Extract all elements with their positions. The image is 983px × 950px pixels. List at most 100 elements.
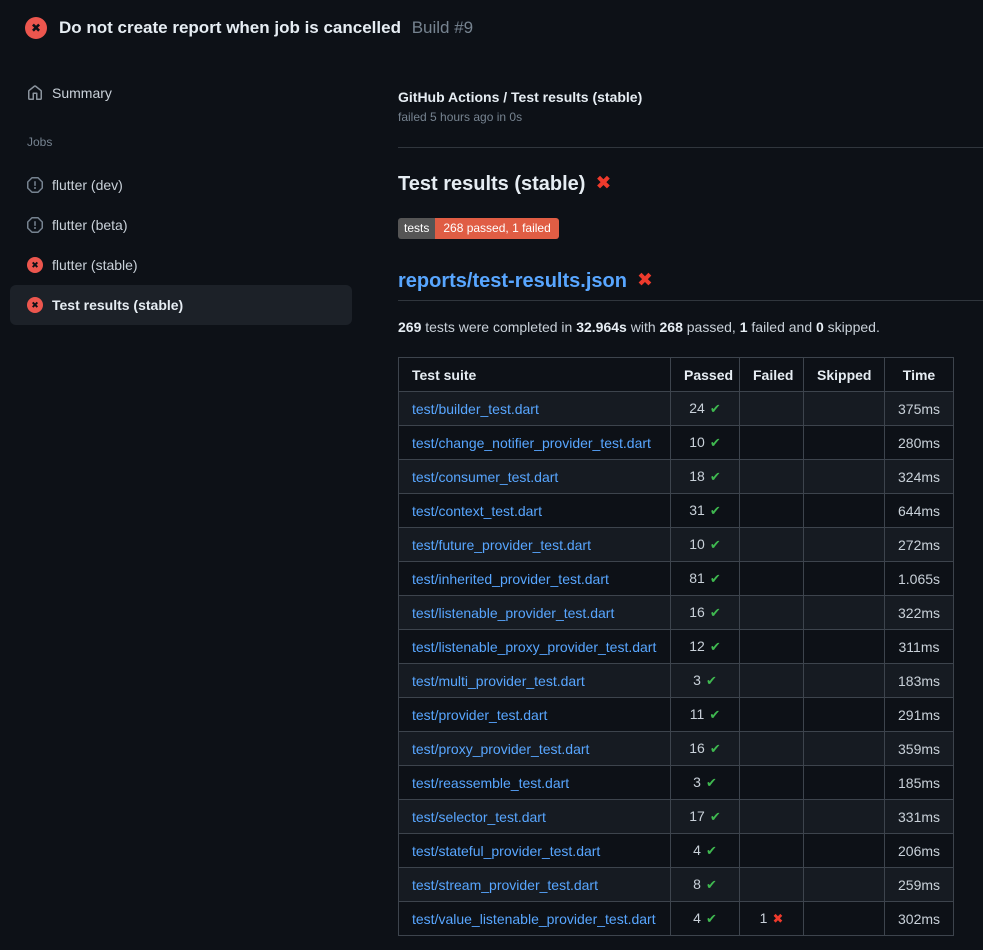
home-icon	[27, 85, 43, 101]
failed-cell: 1✖	[740, 902, 804, 936]
section-divider	[398, 147, 983, 148]
suite-cell: test/context_test.dart	[399, 494, 671, 528]
passed-cell: 16✔	[671, 596, 740, 630]
failed-cell: ✖	[740, 426, 804, 460]
check-icon: ✔	[706, 775, 717, 790]
jobs-list: ✖ flutter (dev) ✖ flutter (beta) ✖	[10, 165, 352, 325]
suite-link[interactable]: test/inherited_provider_test.dart	[412, 571, 609, 587]
skipped-cell	[804, 664, 885, 698]
check-icon: ✔	[710, 401, 721, 416]
suite-link[interactable]: test/provider_test.dart	[412, 707, 547, 723]
suite-link[interactable]: test/multi_provider_test.dart	[412, 673, 585, 689]
check-icon: ✔	[710, 435, 721, 450]
main-content: GitHub Actions / Test results (stable) f…	[398, 56, 983, 936]
table-row: test/reassemble_test.dart 3✔ ✖ 185ms	[399, 766, 954, 800]
suite-link[interactable]: test/listenable_provider_test.dart	[412, 605, 614, 621]
sidebar-job-label: Test results (stable)	[52, 297, 183, 313]
passed-cell: 16✔	[671, 732, 740, 766]
time-cell: 206ms	[885, 834, 954, 868]
passed-cell: 24✔	[671, 392, 740, 426]
failed-cell: ✖	[740, 868, 804, 902]
report-file-link[interactable]: reports/test-results.json	[398, 269, 627, 293]
sidebar-job-item[interactable]: ✖ Test results (stable)	[10, 285, 352, 325]
jobs-section-label: Jobs	[27, 135, 352, 149]
suite-cell: test/inherited_provider_test.dart	[399, 562, 671, 596]
suite-cell: test/stream_provider_test.dart	[399, 868, 671, 902]
report-file-heading: reports/test-results.json ✖	[398, 269, 983, 301]
time-cell: 359ms	[885, 732, 954, 766]
sidebar-job-item[interactable]: ✖ flutter (stable)	[10, 245, 352, 285]
suite-link[interactable]: test/consumer_test.dart	[412, 469, 558, 485]
skipped-cell	[804, 460, 885, 494]
table-row: test/listenable_proxy_provider_test.dart…	[399, 630, 954, 664]
suite-link[interactable]: test/stateful_provider_test.dart	[412, 843, 600, 859]
time-cell: 311ms	[885, 630, 954, 664]
skipped-cell	[804, 630, 885, 664]
suite-link[interactable]: test/future_provider_test.dart	[412, 537, 591, 553]
passed-cell: 10✔	[671, 426, 740, 460]
results-table: Test suite Passed Failed Skipped Time te…	[398, 357, 954, 936]
table-row: test/value_listenable_provider_test.dart…	[399, 902, 954, 936]
header-skipped: Skipped	[804, 358, 885, 392]
failed-cell: ✖	[740, 392, 804, 426]
table-row: test/inherited_provider_test.dart 81✔ ✖ …	[399, 562, 954, 596]
passed-cell: 3✔	[671, 664, 740, 698]
time-cell: 272ms	[885, 528, 954, 562]
suite-link[interactable]: test/stream_provider_test.dart	[412, 877, 598, 893]
failed-cell: ✖	[740, 528, 804, 562]
suite-link[interactable]: test/reassemble_test.dart	[412, 775, 569, 791]
suite-link[interactable]: test/context_test.dart	[412, 503, 542, 519]
check-icon: ✔	[710, 537, 721, 552]
suite-link[interactable]: test/builder_test.dart	[412, 401, 539, 417]
failed-cell: ✖	[740, 562, 804, 596]
failed-cell: ✖	[740, 596, 804, 630]
suite-link[interactable]: test/proxy_provider_test.dart	[412, 741, 589, 757]
suite-link[interactable]: test/listenable_proxy_provider_test.dart	[412, 639, 656, 655]
check-icon: ✔	[710, 809, 721, 824]
check-icon: ✔	[710, 741, 721, 756]
suite-cell: test/reassemble_test.dart	[399, 766, 671, 800]
table-header-row: Test suite Passed Failed Skipped Time	[399, 358, 954, 392]
header-test-suite: Test suite	[399, 358, 671, 392]
x-circle-fill-icon: ✖	[25, 17, 47, 39]
header-failed: Failed	[740, 358, 804, 392]
skipped-cell	[804, 392, 885, 426]
time-cell: 259ms	[885, 868, 954, 902]
suite-link[interactable]: test/change_notifier_provider_test.dart	[412, 435, 651, 451]
table-row: test/stream_provider_test.dart 8✔ ✖ 259m…	[399, 868, 954, 902]
check-icon: ✔	[710, 639, 721, 654]
suite-cell: test/selector_test.dart	[399, 800, 671, 834]
check-icon: ✔	[710, 605, 721, 620]
summary-line: 269 tests were completed in 32.964s with…	[398, 317, 983, 337]
passed-cell: 10✔	[671, 528, 740, 562]
time-cell: 1.065s	[885, 562, 954, 596]
skipped-cell	[804, 766, 885, 800]
header-passed: Passed	[671, 358, 740, 392]
failed-cell: ✖	[740, 494, 804, 528]
passed-cell: 8✔	[671, 868, 740, 902]
time-cell: 324ms	[885, 460, 954, 494]
suite-link[interactable]: test/selector_test.dart	[412, 809, 546, 825]
table-row: test/proxy_provider_test.dart 16✔ ✖ 359m…	[399, 732, 954, 766]
suite-cell: test/stateful_provider_test.dart	[399, 834, 671, 868]
time-cell: 280ms	[885, 426, 954, 460]
failed-x-icon: ✖	[637, 269, 653, 293]
check-icon: ✔	[710, 469, 721, 484]
time-cell: 302ms	[885, 902, 954, 936]
sidebar-job-item[interactable]: ✖ flutter (beta)	[10, 205, 352, 245]
table-row: test/context_test.dart 31✔ ✖ 644ms	[399, 494, 954, 528]
time-cell: 291ms	[885, 698, 954, 732]
table-row: test/listenable_provider_test.dart 16✔ ✖…	[399, 596, 954, 630]
passed-cell: 4✔	[671, 902, 740, 936]
passed-cell: 81✔	[671, 562, 740, 596]
suite-cell: test/multi_provider_test.dart	[399, 664, 671, 698]
run-title-wrap: Do not create report when job is cancell…	[59, 18, 473, 38]
passed-cell: 18✔	[671, 460, 740, 494]
stop-icon	[27, 217, 43, 233]
sidebar-item-summary[interactable]: Summary	[10, 73, 352, 113]
table-row: test/provider_test.dart 11✔ ✖ 291ms	[399, 698, 954, 732]
badge-value: 268 passed, 1 failed	[435, 218, 558, 239]
sidebar-job-label: flutter (stable)	[52, 257, 138, 273]
sidebar-job-item[interactable]: ✖ flutter (dev)	[10, 165, 352, 205]
suite-link[interactable]: test/value_listenable_provider_test.dart	[412, 911, 656, 927]
